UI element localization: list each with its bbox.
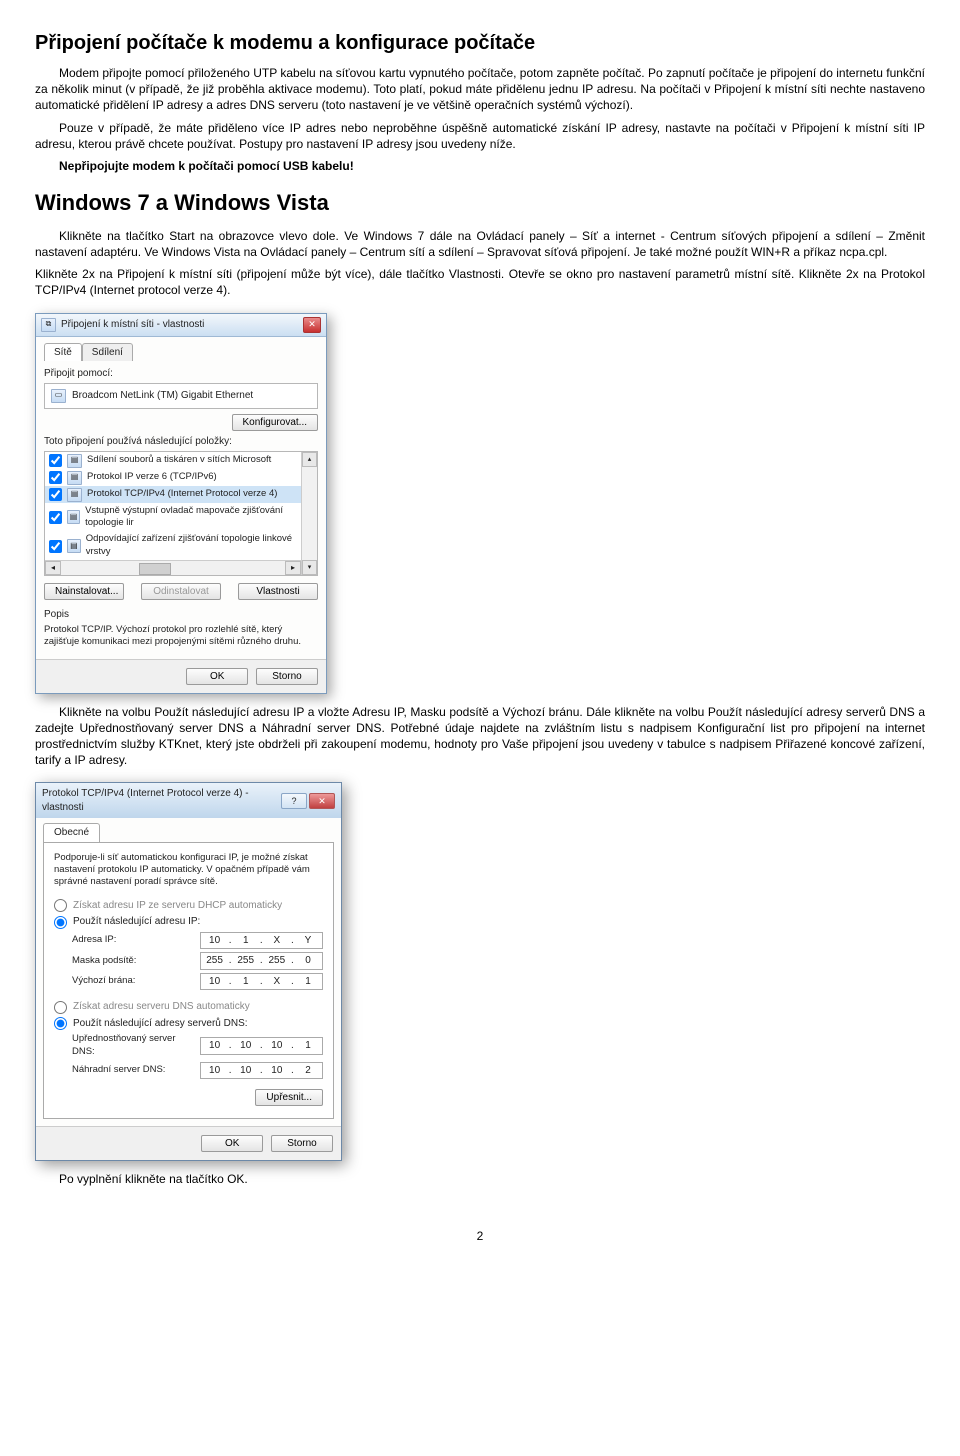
radio-label: Získat adresu IP ze serveru DHCP automat… [73,899,282,913]
uninstall-button: Odinstalovat [141,583,221,600]
close-icon[interactable]: ✕ [303,317,321,333]
component-icon: ▤ [67,510,80,524]
item-label: Protokol IP verze 6 (TCP/IPv6) [87,471,217,484]
cancel-button[interactable]: Storno [256,668,318,685]
heading-windows: Windows 7 a Windows Vista [35,188,925,218]
ok-button[interactable]: OK [201,1135,263,1152]
item-checkbox[interactable] [49,488,62,501]
paragraph: Po vyplnění klikněte na tlačítko OK. [35,1171,925,1187]
label-connect-using: Připojit pomocí: [44,367,318,381]
radio-auto-ip[interactable]: Získat adresu IP ze serveru DHCP automat… [54,899,323,913]
window-title: Připojení k místní síti - vlastnosti [61,318,204,332]
tab-sharing[interactable]: Sdílení [82,343,133,362]
cancel-button[interactable]: Storno [271,1135,333,1152]
label-gateway: Výchozí brána: [72,975,200,988]
scroll-right-icon[interactable]: ▸ [285,561,301,575]
scroll-up-icon[interactable]: ▴ [302,452,317,467]
label-dns1: Upřednostňovaný server DNS: [72,1033,200,1059]
component-icon: ▤ [67,454,82,468]
label-items: Toto připojení používá následující polož… [44,435,318,449]
paragraph: Modem připojte pomocí přiloženého UTP ka… [35,65,925,114]
help-icon[interactable]: ? [281,793,307,809]
h-scrollbar[interactable]: ◂ ▸ [45,560,301,575]
window-icon: ⧉ [41,318,56,332]
item-checkbox[interactable] [49,511,62,524]
titlebar[interactable]: ⧉ Připojení k místní síti - vlastnosti ✕ [36,314,326,337]
adapter-name: Broadcom NetLink (TM) Gigabit Ethernet [72,389,253,403]
radio-auto-dns[interactable]: Získat adresu serveru DNS automaticky [54,1000,323,1014]
ipv4-properties-dialog: Protokol TCP/IPv4 (Internet Protocol ver… [35,782,342,1161]
radio-label: Použít následující adresu IP: [73,915,200,929]
item-checkbox[interactable] [49,471,62,484]
component-icon: ▤ [67,471,82,485]
radio-input[interactable] [54,916,67,929]
tab-networks[interactable]: Sítě [44,343,82,362]
radio-input[interactable] [54,1001,67,1014]
radio-input[interactable] [54,1017,67,1030]
heading-connect: Připojení počítače k modemu a konfigurac… [35,30,925,57]
component-icon: ▤ [67,488,82,502]
advanced-button[interactable]: Upřesnit... [255,1089,323,1106]
item-checkbox[interactable] [49,540,62,553]
label-mask: Maska podsítě: [72,955,200,968]
warning-usb: Nepřipojujte modem k počítači pomocí USB… [35,158,925,174]
paragraph: Pouze v případě, že máte přiděleno více … [35,120,925,152]
page-number: 2 [35,1228,925,1244]
item-label: Protokol TCP/IPv4 (Internet Protocol ver… [87,488,277,501]
dns2-input[interactable]: 10. 10. 10. 2 [200,1062,323,1080]
ip-input[interactable]: 10. 1. X. Y [200,932,323,950]
label-dns2: Náhradní server DNS: [72,1064,200,1077]
lan-properties-dialog: ⧉ Připojení k místní síti - vlastnosti ✕… [35,313,327,694]
paragraph: Klikněte 2x na Připojení k místní síti (… [35,266,925,298]
paragraph: Klikněte na tlačítko Start na obrazovce … [35,228,925,260]
mask-input[interactable]: 255. 255. 255. 0 [200,952,323,970]
radio-input[interactable] [54,899,67,912]
description-text: Protokol TCP/IP. Výchozí protokol pro ro… [44,624,318,649]
scroll-down-icon[interactable]: ▾ [302,560,317,575]
radio-label: Získat adresu serveru DNS automaticky [73,1000,250,1014]
properties-button[interactable]: Vlastnosti [238,583,318,600]
v-scrollbar[interactable]: ▴ ▾ [301,452,317,575]
adapter-field: ▭ Broadcom NetLink (TM) Gigabit Ethernet [44,383,318,409]
item-checkbox[interactable] [49,454,62,467]
label-ip: Adresa IP: [72,934,200,947]
scroll-left-icon[interactable]: ◂ [45,561,61,575]
dns1-input[interactable]: 10. 10. 10. 1 [200,1037,323,1055]
component-icon: ▤ [67,539,81,553]
titlebar[interactable]: Protokol TCP/IPv4 (Internet Protocol ver… [36,783,341,818]
radio-label: Použít následující adresy serverů DNS: [73,1017,248,1031]
description-label: Popis [44,608,318,622]
item-label: Sdílení souborů a tiskáren v sítích Micr… [87,454,271,467]
tab-general[interactable]: Obecné [43,823,100,842]
adapter-icon: ▭ [51,389,66,403]
radio-manual-dns[interactable]: Použít následující adresy serverů DNS: [54,1017,323,1031]
ok-button[interactable]: OK [186,668,248,685]
radio-manual-ip[interactable]: Použít následující adresu IP: [54,915,323,929]
item-label: Odpovídající zařízení zjišťování topolog… [86,533,297,559]
close-icon[interactable]: ✕ [309,793,335,809]
intro-text: Podporuje-li síť automatickou konfigurac… [54,852,323,889]
scroll-thumb[interactable] [139,563,171,575]
window-title: Protokol TCP/IPv4 (Internet Protocol ver… [42,787,281,814]
paragraph: Klikněte na volbu Použít následující adr… [35,704,925,769]
item-label: Vstupně výstupní ovladač mapovače zjišťo… [85,505,297,531]
components-listbox[interactable]: ▤ Sdílení souborů a tiskáren v sítích Mic… [44,451,318,576]
configure-button[interactable]: Konfigurovat... [232,414,318,431]
install-button[interactable]: Nainstalovat... [44,583,124,600]
gateway-input[interactable]: 10. 1. X. 1 [200,973,323,991]
